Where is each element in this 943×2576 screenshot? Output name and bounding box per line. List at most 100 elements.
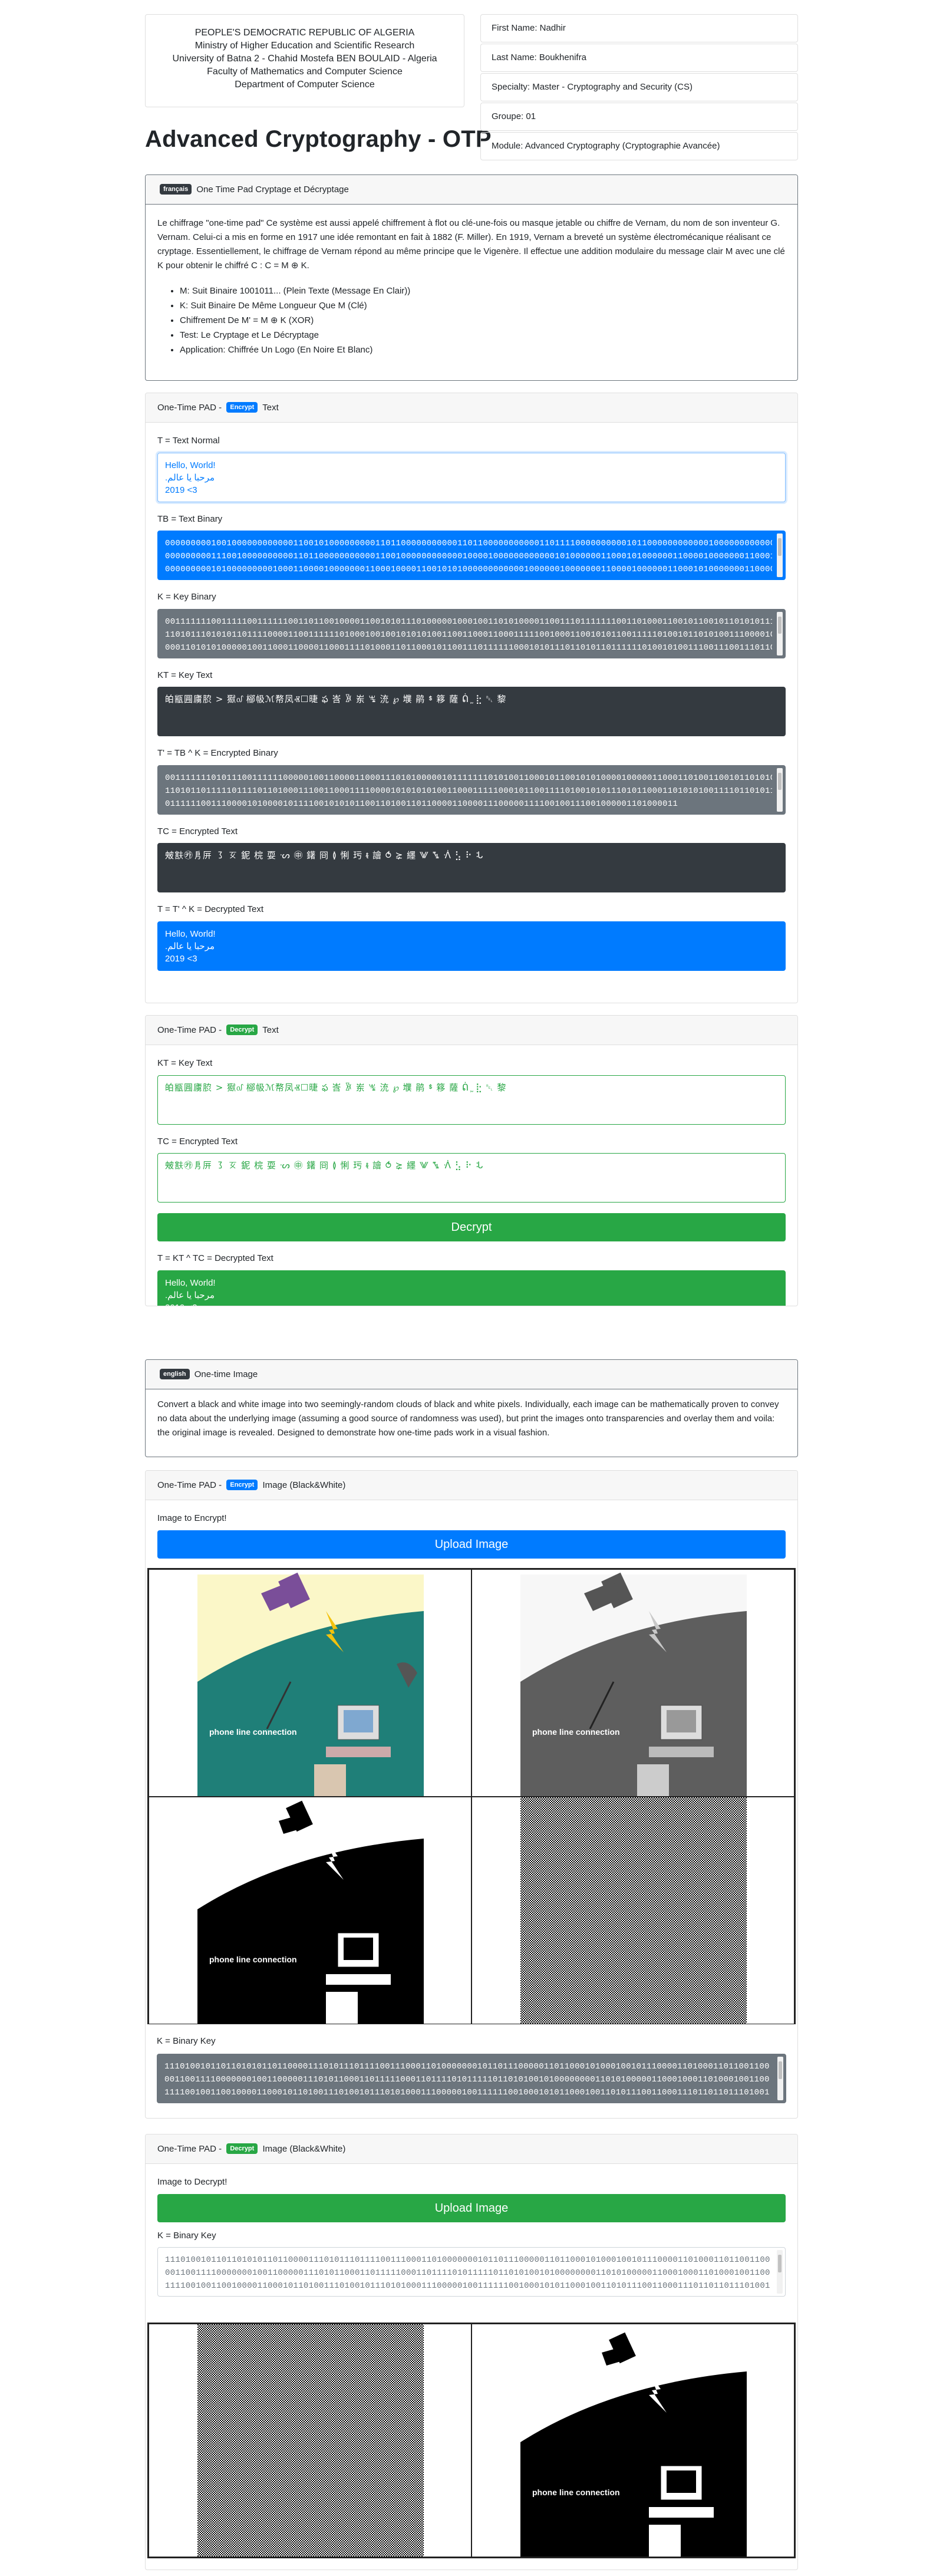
scrollbar[interactable] xyxy=(777,767,783,812)
plain-text-input[interactable]: Hello, World! مرحبا يا عالم. 2019 <3 xyxy=(157,452,786,502)
decrypted-image: phone line connection xyxy=(520,2324,747,2557)
intro-fr-header: français One Time Pad Cryptage et Décryp… xyxy=(146,175,797,205)
binary-line: 1110100101101101010110110000111010111011… xyxy=(165,2255,770,2265)
binary-line: 1111001001100100001100010110100111010010… xyxy=(165,2281,770,2291)
lang-badge: français xyxy=(160,184,192,195)
card-heading-suffix: Text xyxy=(262,403,279,413)
card-heading-prefix: One-Time PAD - xyxy=(157,2144,222,2154)
binary-line: 1101011011111011110110100011100110001111… xyxy=(165,786,772,796)
university-line: University of Batna 2 - Chahid Mostefa B… xyxy=(172,54,437,64)
k-label: K = Key Binary xyxy=(157,592,216,602)
intro-en-heading: One-time Image xyxy=(194,1369,258,1379)
encrypt-text-header: One-Time PAD - Encrypt Text xyxy=(146,393,797,423)
upload-image-button[interactable]: Upload Image xyxy=(157,2193,786,2222)
university-line: Ministry of Higher Education and Scienti… xyxy=(194,41,415,51)
grayscale-image-cell: phone line connection xyxy=(472,1569,794,1797)
key-text-output[interactable]: 㿟㼷㘣㢚䏮 > 㺇᧞ 㮝㠷ℳ㡔凤Ⱏ☐㫸 ఫ 㟔 ꐀ 岽 ꖖ 㳘 ℘ 㙸 鹃 ᙚ … xyxy=(157,687,786,736)
bw-image-cell: phone line connection xyxy=(149,1797,472,2024)
binary-line: 0011001111000000010011000001110101100011… xyxy=(165,2268,770,2278)
decrypt-button[interactable]: Decrypt xyxy=(157,1213,786,1241)
binary-line: 1111001001100100001100010110100111010010… xyxy=(164,2088,770,2097)
intro-fr-list: M: Suit Binaire 1001011... (Plein Texte … xyxy=(180,284,786,357)
decrypt-text-header: One-Time PAD - Decrypt Text xyxy=(146,1016,797,1045)
text-line: مرحبا يا عالم. xyxy=(165,472,215,483)
key-text-input[interactable]: 㿟㼷㘣㢚䏮 > 㺇᧞ 㮝㠷ℳ㡔凤Ⱏ☐㫸 ఫ 㟔 ꐀ 岽 ꖖ 㳘 ℘ 㙸 鹃 ᙚ … xyxy=(157,1075,786,1125)
scrollbar[interactable] xyxy=(777,2250,783,2294)
decrypted-text-output[interactable]: Hello, World! مرحبا يا عالم. 2019 <3 xyxy=(157,1270,786,1306)
text-line: 2019 <3 xyxy=(165,1302,778,1306)
page-title: Advanced Cryptography - OTP xyxy=(145,126,492,152)
encrypt-badge: Encrypt xyxy=(226,1480,258,1490)
page: PEOPLE'S DEMOCRATIC REPUBLIC OF ALGERIA … xyxy=(0,0,943,2576)
encrypted-noise-image xyxy=(197,2324,424,2557)
encrypt-text-card: One-Time PAD - Encrypt Text T = Text Nor… xyxy=(145,393,798,1003)
intro-en-paragraph: Convert a black and white image into two… xyxy=(157,1399,779,1438)
text-line: مرحبا يا عالم. xyxy=(165,1290,215,1300)
intro-fr-paragraph: Le chiffrage "one-time pad" Ce système e… xyxy=(157,218,785,271)
text-line: Hello, World! xyxy=(165,928,216,939)
tb-label: TB = Text Binary xyxy=(157,513,223,524)
card-heading-prefix: One-Time PAD - xyxy=(157,403,222,413)
upload-image-button[interactable]: Upload Image xyxy=(157,1530,786,1559)
info-first-name: First Name: Nadhir xyxy=(480,14,798,42)
lang-badge: english xyxy=(160,1369,190,1379)
list-item: Chiffrement De M' = M ⊕ K (XOR) xyxy=(180,313,786,328)
info-group: Groupe: 01 xyxy=(480,103,798,131)
university-line: Department of Computer Science xyxy=(235,80,375,90)
info-module: Module: Advanced Cryptography (Cryptogra… xyxy=(480,132,798,160)
tc-label: TC = Encrypted Text xyxy=(157,826,238,836)
scrollbar[interactable] xyxy=(777,2057,783,2100)
grayscale-image: phone line connection xyxy=(520,1572,747,1796)
intro-fr-card: français One Time Pad Cryptage et Décryp… xyxy=(145,174,798,381)
intro-fr-heading: One Time Pad Cryptage et Décryptage xyxy=(196,185,349,195)
binary-line: 0001101010100000100110001100001100011110… xyxy=(165,643,772,653)
university-line: Faculty of Mathematics and Computer Scie… xyxy=(207,67,403,77)
binary-line: 0000000001110010000000000110110000000000… xyxy=(165,552,772,561)
list-item: M: Suit Binaire 1001011... (Plein Texte … xyxy=(180,284,786,298)
binary-line: 1110100101101101010110110000111010111011… xyxy=(164,2062,770,2071)
encrypt-badge: Encrypt xyxy=(226,402,258,413)
bw-image: phone line connection xyxy=(197,1797,424,2024)
text-binary-output[interactable]: 0000000001001000000000000110010100000000… xyxy=(157,531,786,580)
binary-line: 0011111110011111001111110011011001000011… xyxy=(165,617,772,627)
card-heading-prefix: One-Time PAD - xyxy=(157,1480,222,1490)
image-caption: phone line connection xyxy=(532,1727,620,1737)
card-heading-suffix: Text xyxy=(262,1025,279,1035)
encrypted-binary-output[interactable]: 0011111110101110011111100000100110000110… xyxy=(157,765,786,815)
info-specialty: Specialty: Master - Cryptography and Sec… xyxy=(480,73,798,101)
binary-line: 0000000001010000000001000110000100000001… xyxy=(165,565,772,574)
university-line: PEOPLE'S DEMOCRATIC REPUBLIC OF ALGERIA xyxy=(194,28,415,38)
decrypt-image-grid: phone line connection xyxy=(147,2323,796,2558)
text-line: Hello, World! xyxy=(165,460,216,470)
card-heading-prefix: One-Time PAD - xyxy=(157,1025,222,1035)
image-key-output[interactable]: 1110100101101101010110110000111010111011… xyxy=(157,2054,786,2103)
tc-label: TC = Encrypted Text xyxy=(157,1136,238,1147)
encrypted-text-output[interactable]: 㿮㝬㉸㐆㕃 ㇌ ㆽ 鈮 梡 耍 ᔡ ㊥ 鐯 冏 ≬ 悧 㺮 ᵵ 譮 ⥀ ⪲ 纆 … xyxy=(157,843,786,892)
image-key-input[interactable]: 1110100101101101010110110000111010111011… xyxy=(157,2247,786,2297)
decrypt-image-header: One-Time PAD - Decrypt Image (Black&Whit… xyxy=(146,2134,797,2164)
kt-label: KT = Key Text xyxy=(157,670,213,680)
decrypted-image-cell: phone line connection xyxy=(472,2324,794,2557)
decrypted-label: T = KT ^ TC = Decrypted Text xyxy=(157,1253,273,1263)
encrypt-image-grid: phone line connection phone line connect… xyxy=(147,1568,796,2024)
scrollbar[interactable] xyxy=(777,533,783,577)
decrypt-badge: Decrypt xyxy=(226,2143,258,2154)
binary-line: 0000000001001000000000000110010100000000… xyxy=(165,539,772,548)
binary-line: 0011111110101110011111100000100110000110… xyxy=(165,773,772,783)
decrypt-text-card: One-Time PAD - Decrypt Text KT = Key Tex… xyxy=(145,1015,798,1306)
decrypted-text-output[interactable]: Hello, World! مرحبا يا عالم. 2019 <3 xyxy=(157,921,786,971)
image-caption: phone line connection xyxy=(532,2488,620,2497)
scrollbar[interactable] xyxy=(777,611,783,655)
image-key-label: K = Binary Key xyxy=(157,2036,216,2046)
list-item: Test: Le Cryptage et Le Décryptage xyxy=(180,328,786,342)
list-item: K: Suit Binaire De Même Longueur Que M (… xyxy=(180,298,786,313)
decrypt-badge: Decrypt xyxy=(226,1025,258,1035)
binary-line: 0011001111000000010011000001110101100011… xyxy=(164,2075,770,2084)
noise-key-image xyxy=(520,1797,747,2024)
university-block: PEOPLE'S DEMOCRATIC REPUBLIC OF ALGERIA … xyxy=(145,14,464,107)
key-binary-output[interactable]: 0011111110011111001111110011011001000011… xyxy=(157,608,786,658)
image-caption: phone line connection xyxy=(209,1727,297,1737)
encrypted-text-input[interactable]: 㿮㝬㉸㐆㕃 ㇌ ㆽ 鈮 梡 耍 ᔡ ㊥ 鐯 冏 ≬ 悧 㺮 ᵵ 譮 ⥀ ⪲ 纆 … xyxy=(157,1153,786,1203)
image-key-label: K = Binary Key xyxy=(157,2230,216,2241)
binary-line: 1101011101010110111100001100111111010001… xyxy=(165,630,772,640)
